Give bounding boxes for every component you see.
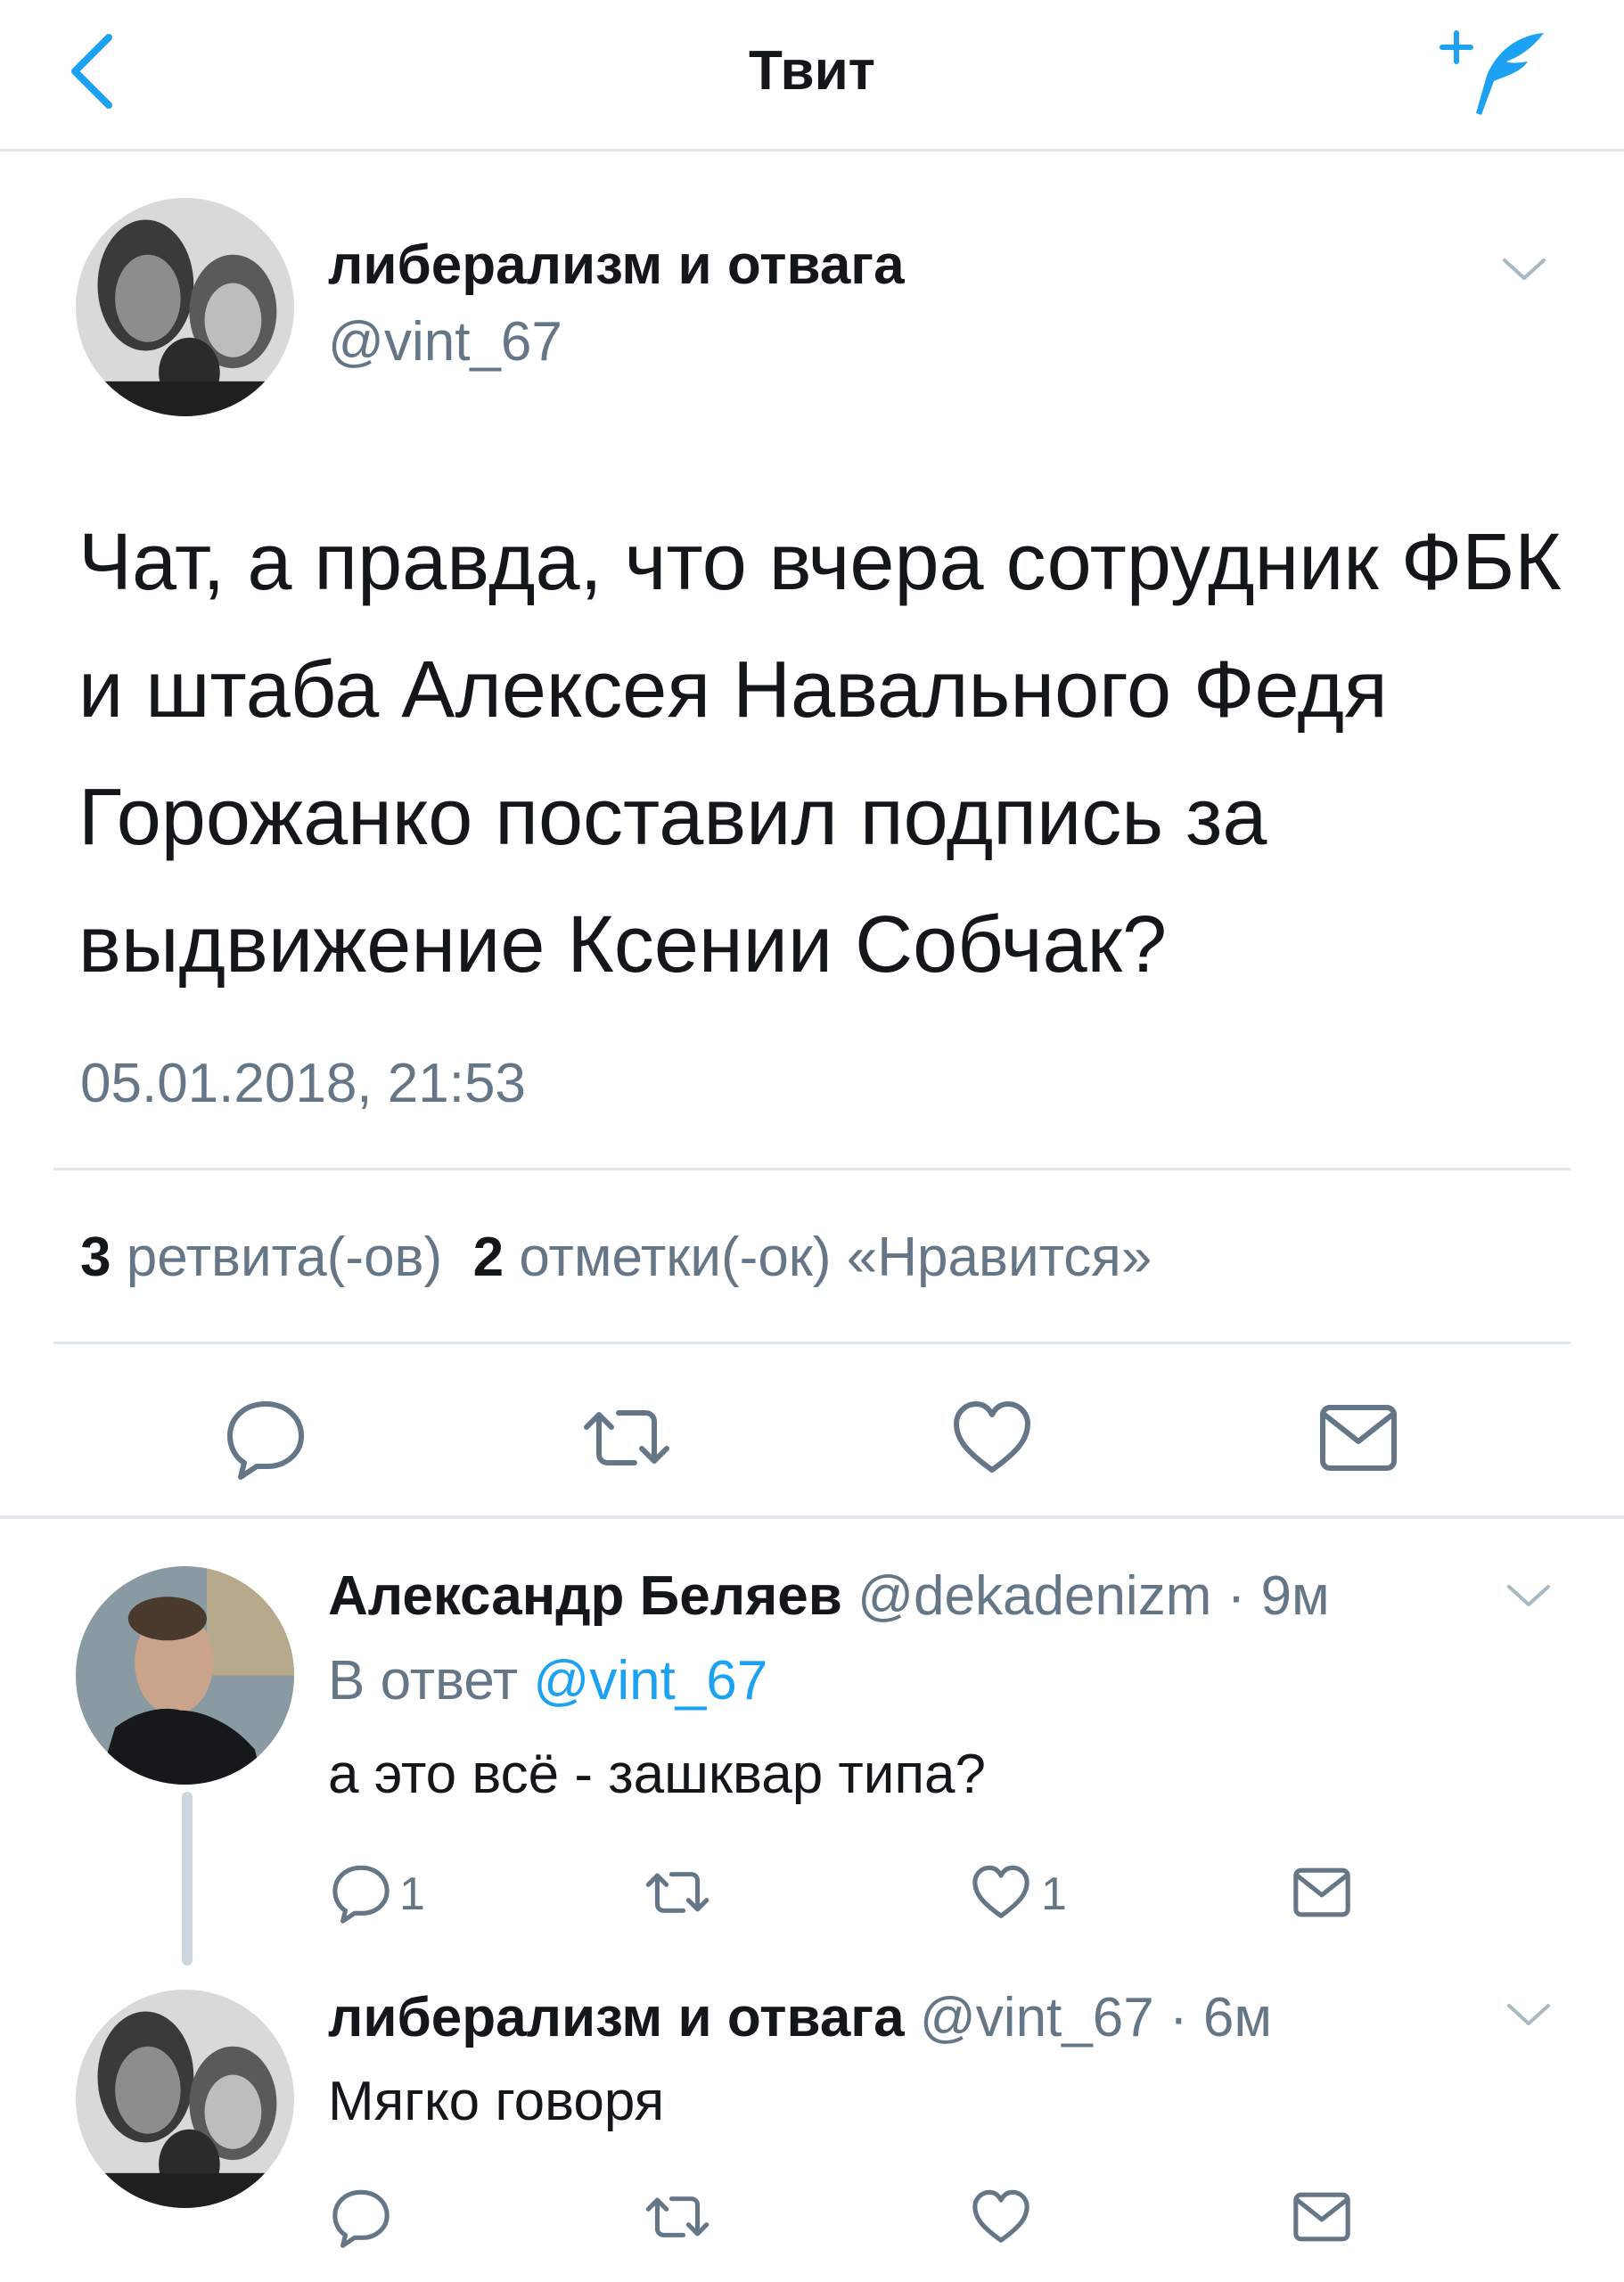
reply-reply-button[interactable] (330, 1861, 392, 1924)
chevron-down-icon (1507, 1585, 1550, 1606)
share-dm-button[interactable] (1316, 1395, 1401, 1481)
chevron-down-icon (1503, 259, 1546, 280)
tweet-text: Чат, а правда, что вчера сотрудник ФБК и… (78, 518, 1562, 989)
retweet-label: ретвита(-ов) (126, 1227, 443, 1288)
reply-author-name[interactable]: либерализм и отвага (328, 1987, 905, 2048)
likes-stat[interactable]: 2 отметки(-ок) «Нравится» (473, 1227, 1152, 1288)
like-count: 2 (472, 1227, 504, 1288)
author-handle[interactable]: @vint_67 (328, 310, 562, 373)
tweet-timestamp: 05.01.2018, 21:53 (80, 1053, 526, 1114)
page-title: Твит (748, 40, 876, 102)
heart-icon (954, 1401, 1030, 1473)
like-label: отметки(-ок) «Нравится» (519, 1227, 1152, 1288)
reply-bubble-icon (227, 1401, 304, 1480)
chevron-down-icon (1507, 2004, 1550, 2025)
reply-text: а это всё - зашквар типа? (328, 1744, 986, 1805)
reply-avatar[interactable] (76, 1990, 294, 2208)
avatar-photo (76, 1566, 294, 1785)
envelope-icon (1293, 2192, 1350, 2242)
reply-like-button[interactable] (970, 1861, 1032, 1924)
retweet-icon (645, 1872, 709, 1913)
reply-retweet-button[interactable] (642, 2186, 713, 2248)
reply-author-handle[interactable]: @vint_67 (920, 1987, 1154, 2048)
author-avatar[interactable] (76, 198, 294, 416)
author-name[interactable]: либерализм и отвага (328, 234, 905, 297)
reply-header: либерализм и отвага @vint_67 · 6м (328, 1987, 1272, 2048)
reply-dm-button[interactable] (1291, 1861, 1353, 1924)
avatar-photo-bw (76, 198, 294, 416)
compose-tweet-button[interactable] (1435, 22, 1551, 120)
reply-time: 6м (1202, 1987, 1272, 2048)
reply-reply-count: 1 (399, 1868, 425, 1920)
reply-retweet-button[interactable] (642, 1861, 713, 1924)
compose-quill-icon (1439, 30, 1544, 115)
reply-bubble-icon (332, 2189, 390, 2248)
heart-icon (972, 2189, 1029, 2243)
reply-like-button[interactable] (970, 2186, 1032, 2248)
reply-options-button[interactable] (1502, 1997, 1555, 2032)
tweet-options-button[interactable] (1497, 251, 1551, 287)
section-separator (0, 1515, 1624, 1519)
reply-avatar[interactable] (76, 1566, 294, 1785)
reply-like-count: 1 (1041, 1868, 1067, 1920)
reply-dm-button[interactable] (1291, 2186, 1353, 2248)
retweet-count: 3 (80, 1227, 111, 1288)
reply-reply-button[interactable] (330, 2186, 392, 2248)
reply-author-handle[interactable]: @dekadenizm (857, 1565, 1211, 1627)
heart-icon (972, 1865, 1029, 1918)
tweet-detail-screen: Твит либерализм и отвага @vint_67 Чат, а… (0, 0, 1624, 2282)
reply-author-name[interactable]: Александр Беляев (328, 1565, 842, 1627)
envelope-icon (1293, 1867, 1350, 1917)
engagement-stats: 3 ретвита(-ов) 2 отметки(-ок) «Нравится» (80, 1226, 1152, 1289)
divider (53, 1168, 1571, 1170)
reply-to-handle[interactable]: @vint_67 (533, 1650, 767, 1712)
thread-connector-line (182, 1792, 193, 1966)
retweet-icon (584, 1410, 669, 1465)
reply-time: 9м (1260, 1565, 1330, 1627)
reply-text: Мягко говоря (328, 2071, 665, 2132)
reply-button[interactable] (223, 1395, 308, 1481)
reply-to-label: В ответ (328, 1650, 519, 1712)
reply-options-button[interactable] (1502, 1578, 1555, 1613)
reply-to-line: В ответ @vint_67 (328, 1649, 767, 1712)
retweet-icon (645, 2196, 709, 2237)
retweet-button[interactable] (578, 1395, 676, 1481)
envelope-icon (1320, 1405, 1397, 1471)
reply-header: Александр Беляев @dekadenizm · 9м (328, 1565, 1330, 1627)
divider (53, 1342, 1571, 1344)
nav-bar: Твит (0, 0, 1624, 152)
like-button[interactable] (949, 1395, 1035, 1481)
retweets-stat[interactable]: 3 ретвита(-ов) (80, 1227, 442, 1288)
avatar-photo-bw (76, 1990, 294, 2208)
reply-bubble-icon (332, 1865, 390, 1924)
